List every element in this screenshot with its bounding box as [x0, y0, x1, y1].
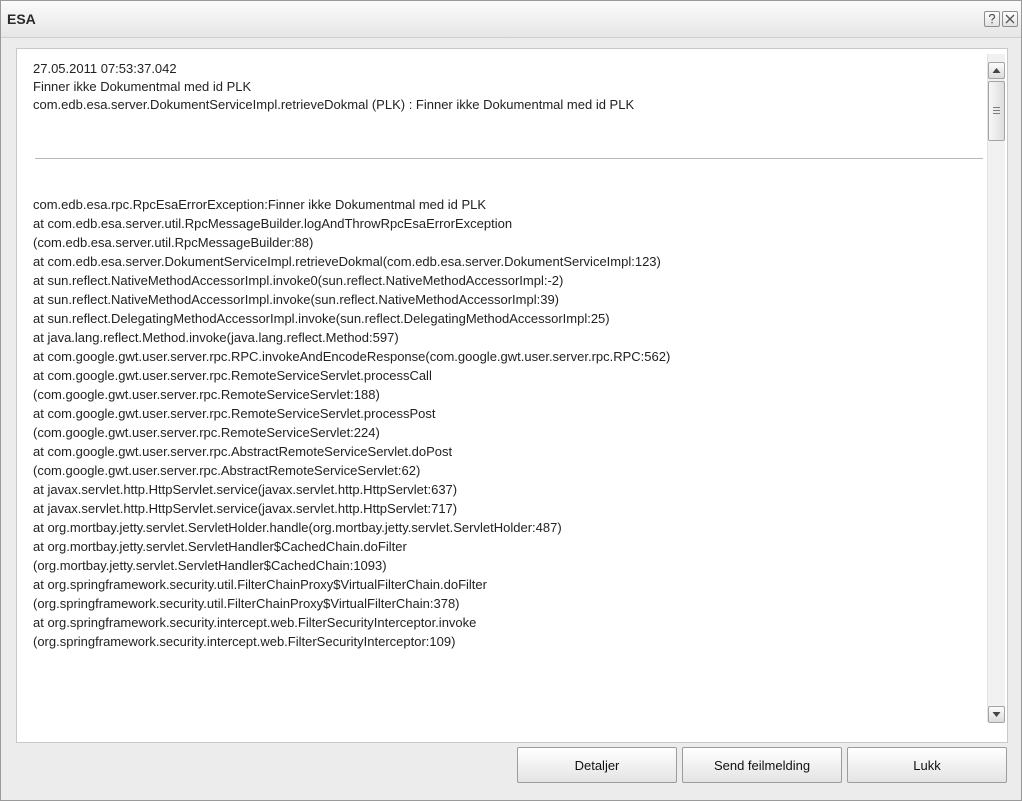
- window-title: ESA: [7, 11, 36, 27]
- stack-trace-line: (com.google.gwt.user.server.rpc.Abstract…: [33, 463, 421, 478]
- stack-trace-line: (org.mortbay.jetty.servlet.ServletHandle…: [33, 558, 387, 573]
- stack-trace-line: at com.edb.esa.server.util.RpcMessageBui…: [33, 216, 513, 231]
- stack-trace-line: at sun.reflect.NativeMethodAccessorImpl.…: [33, 292, 559, 307]
- stack-trace-line: at sun.reflect.NativeMethodAccessorImpl.…: [33, 273, 564, 288]
- error-dialog: ESA 27.05.2011 07:53:37.042 Finner ikke …: [0, 0, 1022, 801]
- stack-trace-line: at java.lang.reflect.Method.invoke(java.…: [33, 330, 399, 345]
- stack-trace-line: at com.google.gwt.user.server.rpc.Remote…: [33, 368, 432, 383]
- arrow-up-icon: [992, 68, 1001, 73]
- stack-trace-line: (org.springframework.security.intercept.…: [33, 634, 456, 649]
- error-summary: Finner ikke Dokumentmal med id PLK: [33, 79, 252, 94]
- stack-trace-line: (com.google.gwt.user.server.rpc.RemoteSe…: [33, 387, 380, 402]
- title-bar: ESA: [1, 1, 1021, 38]
- stack-trace-line: at javax.servlet.http.HttpServlet.servic…: [33, 482, 458, 497]
- arrow-down-icon: [992, 712, 1001, 717]
- stack-trace-line: com.edb.esa.rpc.RpcEsaErrorException:Fin…: [33, 197, 487, 212]
- error-detail: com.edb.esa.server.DokumentServiceImpl.r…: [33, 97, 635, 112]
- scroll-up-button[interactable]: [988, 62, 1005, 79]
- stack-trace-line: (org.springframework.security.util.Filte…: [33, 596, 460, 611]
- close-icon: [1005, 14, 1015, 24]
- stack-trace-line: at org.springframework.security.intercep…: [33, 615, 477, 630]
- stack-trace-line: (com.edb.esa.server.util.RpcMessageBuild…: [33, 235, 314, 250]
- error-message: 27.05.2011 07:53:37.042 Finner ikke Doku…: [33, 60, 983, 114]
- stack-trace-line: at org.springframework.security.util.Fil…: [33, 577, 487, 592]
- question-icon: [988, 13, 996, 24]
- close-button[interactable]: Lukk: [847, 747, 1007, 783]
- stack-trace-line: at javax.servlet.http.HttpServlet.servic…: [33, 501, 458, 516]
- close-window-button[interactable]: [1002, 11, 1018, 27]
- error-details-panel[interactable]: 27.05.2011 07:53:37.042 Finner ikke Doku…: [16, 48, 1008, 743]
- stack-trace-line: at org.mortbay.jetty.servlet.ServletHand…: [33, 539, 407, 554]
- error-timestamp: 27.05.2011 07:53:37.042: [33, 61, 177, 76]
- grip-line: [993, 113, 1000, 114]
- stack-trace-line: (com.google.gwt.user.server.rpc.RemoteSe…: [33, 425, 380, 440]
- stack-trace-line: at com.google.gwt.user.server.rpc.RPC.in…: [33, 349, 671, 364]
- scroll-thumb[interactable]: [988, 81, 1005, 141]
- stack-trace-line: at com.edb.esa.server.DokumentServiceImp…: [33, 254, 661, 269]
- help-button[interactable]: [984, 11, 1000, 27]
- grip-line: [993, 110, 1000, 111]
- stack-trace-line: at sun.reflect.DelegatingMethodAccessorI…: [33, 311, 610, 326]
- send-error-report-button[interactable]: Send feilmelding: [682, 747, 842, 783]
- scroll-down-button[interactable]: [988, 706, 1005, 723]
- vertical-scrollbar[interactable]: [987, 54, 1005, 723]
- stack-trace-line: at org.mortbay.jetty.servlet.ServletHold…: [33, 520, 562, 535]
- separator: [35, 158, 983, 159]
- details-button[interactable]: Detaljer: [517, 747, 677, 783]
- stack-trace-line: at com.google.gwt.user.server.rpc.Remote…: [33, 406, 436, 421]
- grip-line: [993, 107, 1000, 108]
- stack-trace-line: at com.google.gwt.user.server.rpc.Abstra…: [33, 444, 453, 459]
- stack-trace: com.edb.esa.rpc.RpcEsaErrorException:Fin…: [33, 195, 983, 651]
